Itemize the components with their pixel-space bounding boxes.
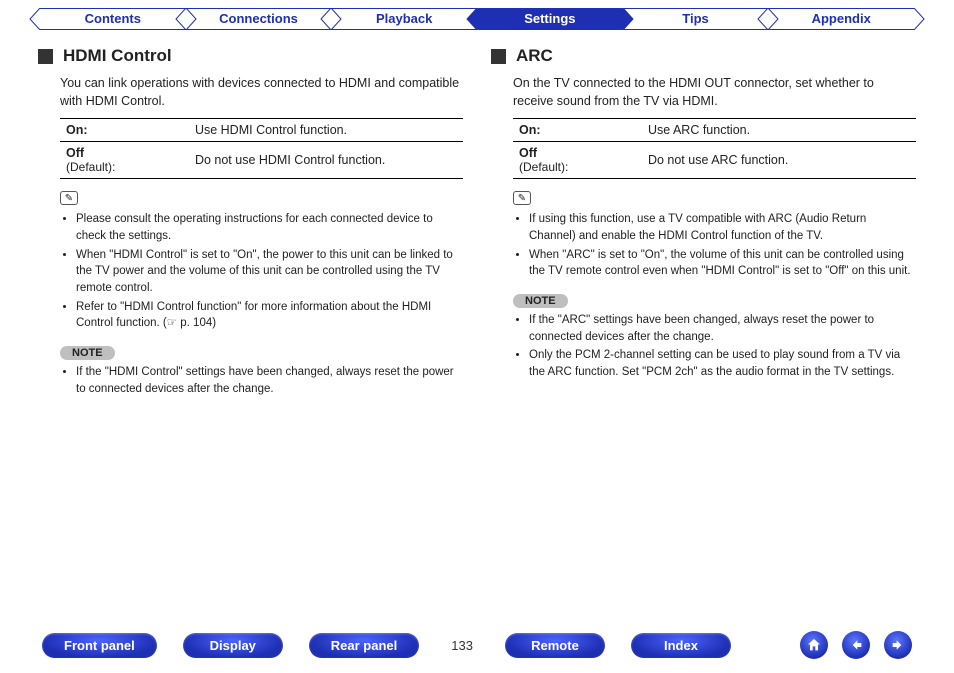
page-number: 133: [445, 638, 479, 653]
content-columns: HDMI Control You can link operations wit…: [32, 40, 922, 403]
remote-button[interactable]: Remote: [505, 633, 605, 658]
list-item-text: Refer to "HDMI Control function" for mor…: [76, 301, 431, 330]
tab-connections[interactable]: Connections: [186, 8, 332, 30]
notes-list-right: If the "ARC" settings have been changed,…: [513, 312, 916, 381]
display-button[interactable]: Display: [183, 633, 283, 658]
rear-panel-button[interactable]: Rear panel: [309, 633, 419, 658]
pencil-icon: ✎: [513, 191, 531, 205]
opt-key: Off: [519, 146, 537, 160]
tab-label: Playback: [376, 11, 432, 26]
opt-key: On:: [519, 123, 541, 137]
opt-val: Do not use ARC function.: [642, 142, 916, 179]
tab-label: Appendix: [812, 11, 871, 26]
nav-buttons: [794, 631, 912, 659]
section-heading-arc: ARC: [491, 46, 916, 66]
notes-list-left: If the "HDMI Control" settings have been…: [60, 364, 463, 397]
tab-appendix[interactable]: Appendix: [768, 8, 914, 30]
tab-label: Settings: [524, 11, 575, 26]
note-badge: NOTE: [60, 346, 115, 360]
home-button[interactable]: [800, 631, 828, 659]
options-table-right: On: Use ARC function. Off (Default): Do …: [513, 118, 916, 179]
arrow-right-icon: [890, 637, 906, 653]
table-row: On: Use ARC function.: [513, 119, 916, 142]
tab-label: Connections: [219, 11, 298, 26]
home-icon: [806, 637, 822, 653]
opt-val: Use ARC function.: [642, 119, 916, 142]
tab-label: Tips: [682, 11, 709, 26]
list-item: When "ARC" is set to "On", the volume of…: [529, 247, 916, 280]
list-item: If the "ARC" settings have been changed,…: [529, 312, 916, 345]
list-item: When "HDMI Control" is set to "On", the …: [76, 247, 463, 297]
opt-val: Do not use HDMI Control function.: [189, 142, 463, 179]
top-tabs: Contents Connections Playback Settings T…: [32, 0, 922, 40]
index-button[interactable]: Index: [631, 633, 731, 658]
opt-val: Use HDMI Control function.: [189, 119, 463, 142]
front-panel-button[interactable]: Front panel: [42, 633, 157, 658]
pencil-icon: ✎: [60, 191, 78, 205]
tab-settings[interactable]: Settings: [477, 8, 623, 30]
note-badge: NOTE: [513, 294, 568, 308]
square-bullet-icon: [38, 49, 53, 64]
prev-page-button[interactable]: [842, 631, 870, 659]
section-heading-hdmi: HDMI Control: [38, 46, 463, 66]
heading-text: HDMI Control: [63, 46, 172, 66]
table-row: Off (Default): Do not use ARC function.: [513, 142, 916, 179]
next-page-button[interactable]: [884, 631, 912, 659]
square-bullet-icon: [491, 49, 506, 64]
tips-list-left: Please consult the operating instruction…: [60, 211, 463, 332]
col-right: ARC On the TV connected to the HDMI OUT …: [491, 40, 916, 403]
tab-contents[interactable]: Contents: [40, 8, 186, 30]
arrow-left-icon: [848, 637, 864, 653]
table-row: On: Use HDMI Control function.: [60, 119, 463, 142]
tab-playback[interactable]: Playback: [331, 8, 477, 30]
tab-label: Contents: [85, 11, 141, 26]
lead-text: On the TV connected to the HDMI OUT conn…: [513, 74, 916, 110]
list-item: Refer to "HDMI Control function" for mor…: [76, 299, 463, 332]
options-table-left: On: Use HDMI Control function. Off (Defa…: [60, 118, 463, 179]
opt-key: On:: [66, 123, 88, 137]
list-item: Only the PCM 2-channel setting can be us…: [529, 347, 916, 380]
opt-key-sub: (Default):: [519, 160, 568, 174]
table-row: Off (Default): Do not use HDMI Control f…: [60, 142, 463, 179]
list-item: Please consult the operating instruction…: [76, 211, 463, 244]
opt-key: Off: [66, 146, 84, 160]
opt-key-sub: (Default):: [66, 160, 115, 174]
lead-text: You can link operations with devices con…: [60, 74, 463, 110]
heading-text: ARC: [516, 46, 553, 66]
list-item: If the "HDMI Control" settings have been…: [76, 364, 463, 397]
tips-list-right: If using this function, use a TV compati…: [513, 211, 916, 280]
bottom-bar: Front panel Display Rear panel 133 Remot…: [0, 631, 954, 659]
col-left: HDMI Control You can link operations wit…: [38, 40, 463, 403]
tab-tips[interactable]: Tips: [623, 8, 769, 30]
list-item: If using this function, use a TV compati…: [529, 211, 916, 244]
